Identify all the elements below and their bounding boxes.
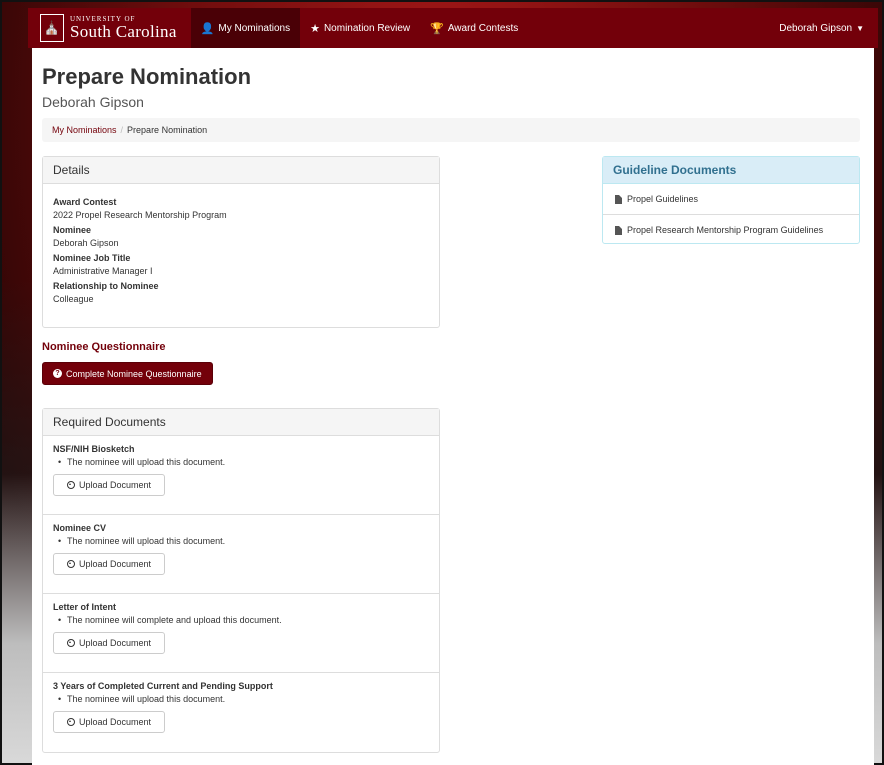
document-name: 3 Years of Completed Current and Pending… (53, 681, 273, 691)
star-icon: ★ (310, 22, 320, 35)
nominee-label: Nominee (53, 225, 92, 235)
questionnaire-title: Nominee Questionnaire (42, 341, 166, 353)
job-title-value: Administrative Manager I (53, 266, 153, 276)
relationship-label: Relationship to Nominee (53, 281, 159, 291)
list-item: Letter of Intent The nominee will comple… (43, 594, 439, 673)
list-item: Nominee CV The nominee will upload this … (43, 515, 439, 594)
nav-award-contests-label: Award Contests (447, 22, 519, 34)
brand-logo-link[interactable]: ⛪ University of South Carolina (40, 14, 177, 42)
document-note: The nominee will upload this document. (58, 694, 429, 704)
document-note: The nominee will complete and upload thi… (58, 615, 429, 625)
document-note: The nominee will upload this document. (58, 457, 429, 467)
brand-main-text: South Carolina (70, 22, 177, 41)
guideline-link-mentorship[interactable]: Propel Research Mentorship Program Guide… (603, 215, 859, 245)
upload-label: Upload Document (78, 480, 152, 490)
brand-text: University of South Carolina (70, 16, 177, 41)
required-documents-heading: Required Documents (43, 409, 439, 436)
guideline-label: Propel Research Mentorship Program Guide… (627, 225, 824, 235)
upload-label: Upload Document (78, 638, 152, 648)
university-seal-icon: ⛪ (40, 14, 64, 42)
document-note: The nominee will upload this document. (58, 536, 429, 546)
question-circle-icon: ? (53, 369, 62, 378)
nominee-value: Deborah Gipson (53, 238, 119, 248)
file-icon (615, 225, 622, 235)
document-name: Nominee CV (53, 523, 107, 533)
award-contest-value: 2022 Propel Research Mentorship Program (53, 210, 227, 220)
nav-award-contests[interactable]: 🏆 Award Contests (420, 8, 528, 48)
list-item: NSF/NIH Biosketch The nominee will uploa… (43, 436, 439, 515)
upload-circle-icon (66, 481, 75, 489)
breadcrumb: My Nominations / Prepare Nomination (42, 118, 860, 142)
guideline-documents-panel: Guideline Documents Propel Guidelines Pr… (602, 156, 860, 244)
upload-document-button[interactable]: Upload Document (53, 474, 165, 496)
upload-label: Upload Document (78, 559, 152, 569)
nav-my-nominations-label: My Nominations (218, 22, 291, 34)
nav-nomination-review-label: Nomination Review (323, 22, 411, 34)
upload-circle-icon (66, 718, 75, 726)
trophy-icon: 🏆 (430, 22, 444, 35)
relationship-value: Colleague (53, 294, 94, 304)
required-documents-panel: Required Documents NSF/NIH Biosketch The… (42, 408, 440, 753)
caret-down-icon: ▼ (856, 23, 864, 33)
page-subtitle: Deborah Gipson (42, 94, 144, 110)
upload-label: Upload Document (78, 717, 152, 727)
upload-document-button[interactable]: Upload Document (53, 553, 165, 575)
details-panel: Details Award Contest 2022 Propel Resear… (42, 156, 440, 328)
document-name: Letter of Intent (53, 602, 116, 612)
upload-circle-icon (66, 639, 75, 647)
award-contest-label: Award Contest (53, 197, 117, 207)
questionnaire-button-label: Complete Nominee Questionnaire (66, 368, 202, 379)
top-navbar: ⛪ University of South Carolina 👤 My Nomi… (28, 8, 878, 48)
user-icon: 👤 (200, 22, 215, 35)
file-icon (615, 194, 622, 204)
upload-circle-icon (66, 560, 75, 568)
upload-document-button[interactable]: Upload Document (53, 632, 165, 654)
upload-document-button[interactable]: Upload Document (53, 711, 165, 733)
breadcrumb-current: Prepare Nomination (127, 125, 208, 135)
guideline-heading: Guideline Documents (603, 157, 859, 184)
page-title: Prepare Nomination (42, 64, 252, 89)
details-body: Award Contest 2022 Propel Research Mento… (43, 184, 439, 318)
document-name: NSF/NIH Biosketch (53, 444, 135, 454)
job-title-label: Nominee Job Title (53, 253, 131, 263)
guideline-label: Propel Guidelines (627, 194, 699, 204)
list-item: 3 Years of Completed Current and Pending… (43, 673, 439, 752)
main-content: Prepare Nomination Deborah Gipson My Nom… (32, 48, 874, 765)
user-menu[interactable]: Deborah Gipson ▼ (779, 23, 864, 34)
breadcrumb-separator: / (120, 125, 124, 135)
nav-my-nominations[interactable]: 👤 My Nominations (190, 8, 301, 48)
complete-questionnaire-button[interactable]: ? Complete Nominee Questionnaire (42, 362, 213, 385)
nav-nomination-review[interactable]: ★ Nomination Review (300, 8, 420, 48)
details-heading: Details (43, 157, 439, 184)
guideline-link-propel[interactable]: Propel Guidelines (603, 184, 859, 215)
user-name: Deborah Gipson (779, 22, 853, 34)
breadcrumb-my-nominations[interactable]: My Nominations (52, 125, 117, 135)
